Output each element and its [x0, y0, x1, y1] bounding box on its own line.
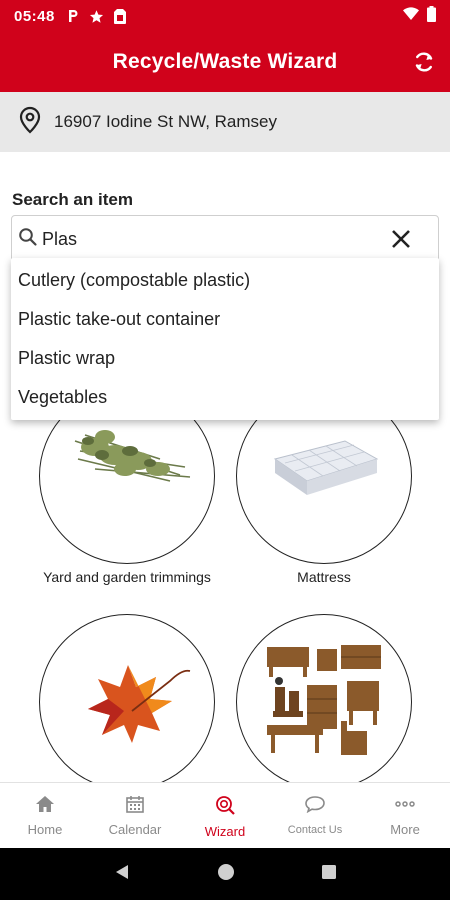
status-time: 05:48: [14, 7, 55, 25]
more-icon: [394, 795, 416, 818]
suggestion-dropdown: Cutlery (compostable plastic) Plastic ta…: [11, 258, 439, 420]
search-value: Plas: [42, 228, 78, 249]
suggestion-item[interactable]: Plastic wrap: [11, 339, 439, 378]
nav-item-contact-us[interactable]: Contact Us: [270, 783, 360, 848]
calendar-icon: [126, 795, 144, 818]
home-icon: [35, 795, 55, 818]
nav-item-wizard[interactable]: Wizard: [180, 783, 270, 848]
search-icon: [18, 227, 38, 252]
search-label: Search an item: [12, 190, 133, 209]
nav-label: Contact Us: [287, 824, 343, 836]
nav-label: Home: [27, 822, 63, 837]
search-input[interactable]: Plas: [11, 215, 439, 263]
nav-item-calendar[interactable]: Calendar: [90, 783, 180, 848]
location-bar[interactable]: 16907 Iodine St NW, Ramsey: [0, 92, 450, 152]
tile-label: Mattress: [297, 569, 351, 585]
status-bar: 05:48: [0, 0, 450, 32]
nav-item-home[interactable]: Home: [0, 783, 90, 848]
autumn-leaf-image: [39, 614, 215, 782]
nav-label: More: [390, 822, 420, 837]
nav-item-more[interactable]: More: [360, 783, 450, 848]
nav-label: Calendar: [108, 822, 162, 837]
home-button-icon[interactable]: [216, 862, 236, 887]
system-nav-bar: [0, 848, 450, 900]
category-grid: Yard and garden trimmings Mattress: [0, 420, 450, 782]
parking-icon: [67, 9, 79, 23]
location-pin-icon: [18, 106, 42, 139]
suggestion-item[interactable]: Plastic take-out container: [11, 300, 439, 339]
back-icon[interactable]: [113, 863, 131, 886]
wizard-icon: [214, 795, 236, 820]
close-icon[interactable]: [390, 228, 412, 250]
recents-icon[interactable]: [321, 864, 337, 885]
mattress-image: [236, 420, 412, 564]
location-address: 16907 Iodine St NW, Ramsey: [54, 112, 278, 131]
star-icon: [89, 9, 104, 24]
suggestion-item[interactable]: Vegetables: [11, 378, 439, 417]
tile-label: Yard and garden trimmings: [43, 569, 211, 585]
refresh-icon[interactable]: [412, 50, 436, 74]
chat-icon: [304, 795, 326, 818]
nav-label: Wizard: [204, 824, 246, 839]
bottom-nav: Home Calendar Wizard Contact Us More: [0, 782, 450, 848]
yard-trimmings-image: [39, 420, 215, 564]
sim-card-icon: [113, 8, 126, 24]
suggestion-item[interactable]: Cutlery (compostable plastic): [11, 261, 439, 300]
app-bar: Recycle/Waste Wizard: [0, 32, 450, 92]
battery-icon: [427, 6, 436, 26]
wifi-icon: [403, 7, 419, 25]
furniture-image: [236, 614, 412, 782]
page-title: Recycle/Waste Wizard: [112, 50, 338, 73]
